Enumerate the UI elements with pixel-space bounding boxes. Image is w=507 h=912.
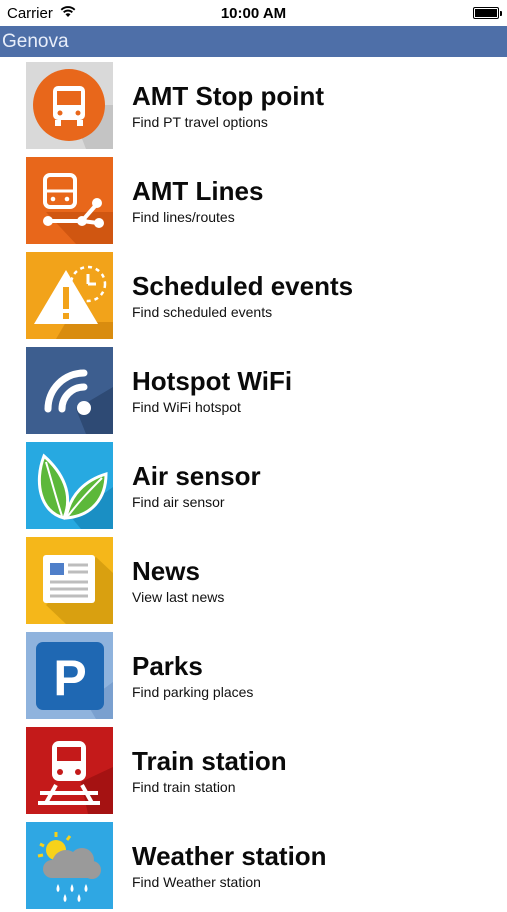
item-subtitle: Find lines/routes [132,209,235,225]
menu-item-amt-lines[interactable]: AMT Lines Find lines/routes [0,152,507,247]
item-title: AMT Lines [132,176,264,206]
bus-stop-icon [26,62,113,149]
leaf-icon [26,442,113,529]
item-subtitle: Find parking places [132,684,254,700]
item-title: Air sensor [132,461,261,491]
menu-list: AMT Stop point Find PT travel options AM… [0,57,507,909]
menu-item-weather-station[interactable]: Weather station Find Weather station [0,817,507,912]
navigation-bar: Genova [0,26,507,57]
item-subtitle: Find PT travel options [132,114,268,130]
page-title: Genova [2,31,69,52]
weather-icon [26,822,113,909]
menu-item-air-sensor[interactable]: Air sensor Find air sensor [0,437,507,532]
train-icon [26,727,113,814]
svg-text:P: P [53,650,86,706]
menu-item-hotspot-wifi[interactable]: Hotspot WiFi Find WiFi hotspot [0,342,507,437]
item-subtitle: Find train station [132,779,236,795]
item-title: News [132,556,200,586]
menu-item-train-station[interactable]: Train station Find train station [0,722,507,817]
menu-item-parks[interactable]: P Parks Find parking places [0,627,507,722]
menu-item-scheduled-events[interactable]: Scheduled events Find scheduled events [0,247,507,342]
item-subtitle: Find Weather station [132,874,261,890]
battery-icon [473,7,502,19]
wifi-icon [26,347,113,434]
parking-icon: P [26,632,113,719]
item-title: Scheduled events [132,271,354,301]
warning-clock-icon [26,252,113,339]
item-title: Weather station [132,841,327,871]
item-title: AMT Stop point [132,81,325,111]
status-bar: Carrier 10:00 AM [0,0,507,26]
item-subtitle: View last news [132,589,225,605]
clock-time: 10:00 AM [220,5,287,22]
item-subtitle: Find WiFi hotspot [132,399,241,415]
item-subtitle: Find air sensor [132,494,225,510]
bus-lines-icon [26,157,113,244]
item-title: Train station [132,746,287,776]
item-title: Hotspot WiFi [132,366,293,396]
newspaper-icon [26,537,113,624]
menu-item-amt-stop-point[interactable]: AMT Stop point Find PT travel options [0,57,507,152]
item-title: Parks [132,651,203,681]
item-subtitle: Find scheduled events [132,304,273,320]
menu-item-news[interactable]: News View last news [0,532,507,627]
